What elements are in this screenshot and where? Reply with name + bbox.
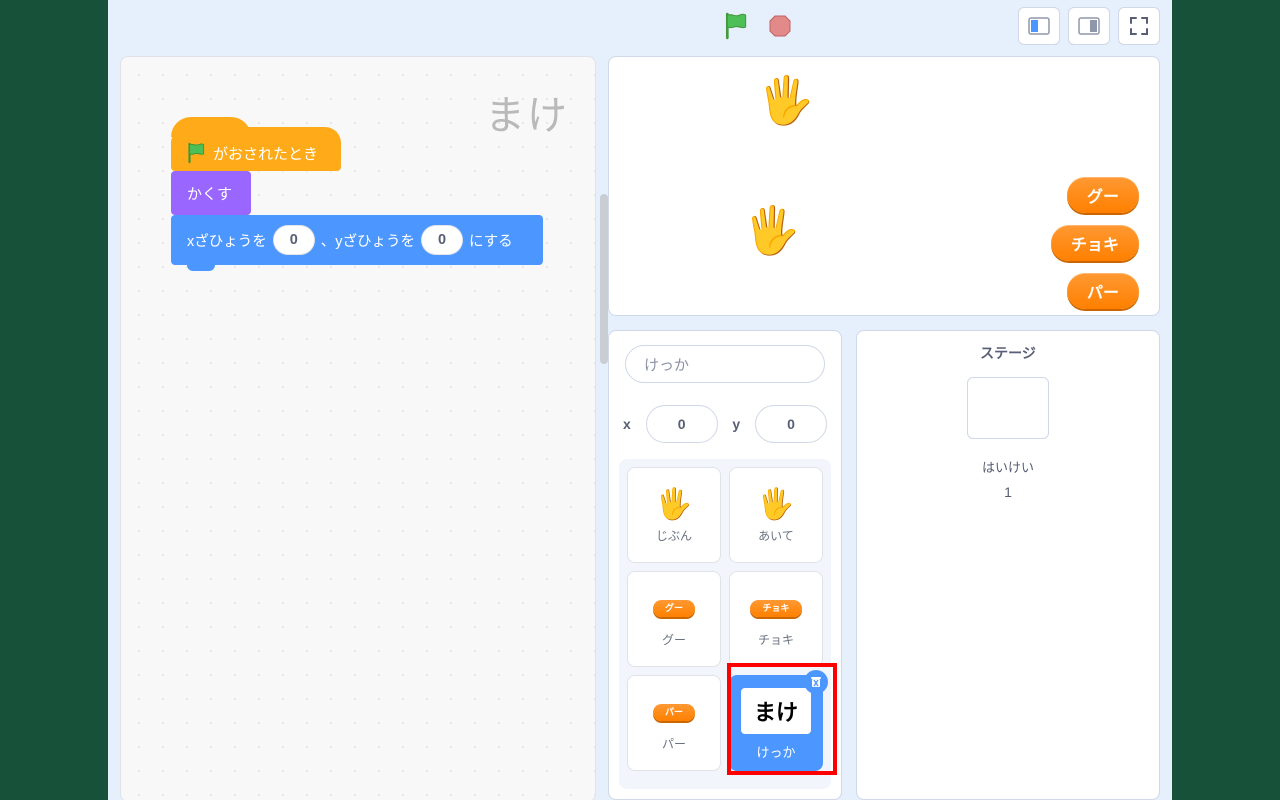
- sprite-tile-choki[interactable]: チョキ チョキ: [729, 571, 823, 667]
- sprite-info-panel: けっか x 0 y 0 🖐️ じぶん 🖐️: [608, 330, 842, 800]
- goto-xy-block[interactable]: xざひょうを 0 、yざひょうを 0 にする: [171, 215, 543, 265]
- x-label: x: [623, 416, 631, 432]
- delete-sprite-button[interactable]: [804, 670, 828, 694]
- hide-block-label: かくす: [187, 183, 232, 204]
- large-stage-button[interactable]: [1068, 7, 1110, 45]
- opponent-hand-icon: 🖐️: [757, 77, 814, 123]
- hand-icon: 🖐️: [757, 487, 794, 523]
- hand-icon: 🖐️: [655, 487, 692, 523]
- scrollbar-thumb[interactable]: [600, 194, 608, 364]
- goto-prefix: xざひょうを: [187, 230, 267, 251]
- goto-y-input[interactable]: 0: [421, 225, 463, 255]
- stage-thumbnail[interactable]: [967, 377, 1049, 439]
- stop-sign-icon[interactable]: [768, 14, 792, 38]
- stage-rock-button[interactable]: グー: [1067, 177, 1139, 213]
- stage-paper-button[interactable]: パー: [1067, 273, 1139, 309]
- stage-title: ステージ: [980, 343, 1036, 363]
- hat-block-label: がおされたとき: [213, 143, 318, 164]
- stage-selector-panel: ステージ はいけい 1: [856, 330, 1160, 800]
- scripts-area[interactable]: まけ がおされたとき かくす xざひょうを 0 、yざひょうを: [120, 56, 596, 800]
- block-stack[interactable]: がおされたとき かくす xざひょうを 0 、yざひょうを 0 にする: [171, 127, 543, 265]
- hide-block[interactable]: かくす: [171, 171, 251, 215]
- backdrop-count: 1: [1004, 484, 1012, 500]
- green-flag-icon[interactable]: [724, 12, 750, 40]
- sprite-y-input[interactable]: 0: [755, 405, 827, 443]
- sprite-x-input[interactable]: 0: [646, 405, 718, 443]
- sprite-tile-kekka[interactable]: まけ けっか: [729, 675, 823, 771]
- kekka-thumb: まけ: [741, 688, 811, 734]
- y-label: y: [732, 416, 740, 432]
- stage-scissors-button[interactable]: チョキ: [1051, 225, 1139, 261]
- sprite-tile-aite[interactable]: 🖐️ あいて: [729, 467, 823, 563]
- flag-icon: [187, 142, 207, 164]
- small-stage-button[interactable]: [1018, 7, 1060, 45]
- sprite-tile-paa[interactable]: パー パー: [627, 675, 721, 771]
- when-flag-clicked-block[interactable]: がおされたとき: [171, 127, 341, 171]
- goto-x-input[interactable]: 0: [273, 225, 315, 255]
- sprite-tile-jibun[interactable]: 🖐️ じぶん: [627, 467, 721, 563]
- goto-suffix: にする: [469, 230, 513, 251]
- sprite-tile-guu[interactable]: グー グー: [627, 571, 721, 667]
- stage-preview[interactable]: 🖐️ 🖐️ グー チョキ パー: [608, 56, 1160, 316]
- sprite-name-input[interactable]: けっか: [625, 345, 825, 383]
- fullscreen-button[interactable]: [1118, 7, 1160, 45]
- backdrop-label: はいけい: [982, 457, 1034, 476]
- sprite-list: 🖐️ じぶん 🖐️ あいて グー グー チョキ: [619, 459, 831, 789]
- player-hand-icon: 🖐️: [743, 207, 800, 253]
- top-bar: [108, 0, 1172, 48]
- goto-mid: 、yざひょうを: [321, 230, 415, 251]
